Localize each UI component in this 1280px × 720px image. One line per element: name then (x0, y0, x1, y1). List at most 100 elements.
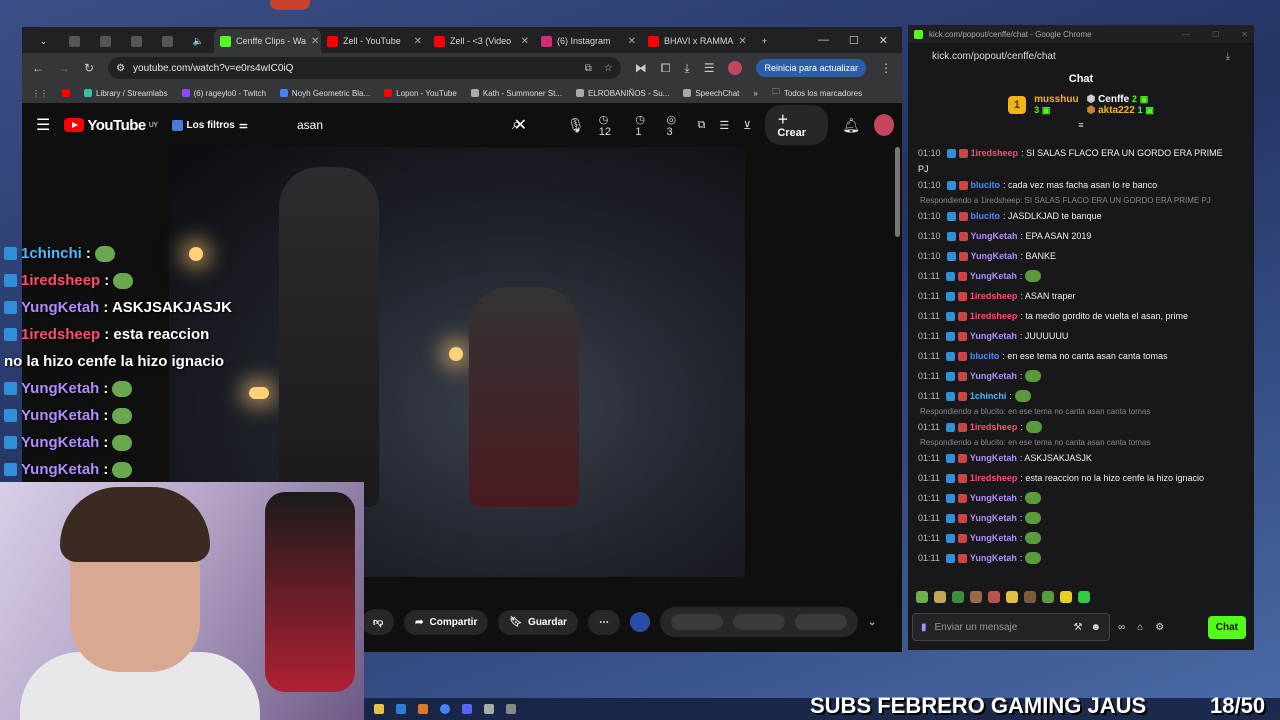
emote-icon[interactable] (988, 591, 1000, 603)
reload-icon[interactable]: ↻ (84, 61, 94, 75)
app-icon[interactable] (484, 704, 494, 714)
tab-pinned-2[interactable] (90, 29, 121, 53)
minimize-icon[interactable]: — (1182, 30, 1190, 39)
blurred-button[interactable] (794, 614, 847, 630)
user-avatar[interactable] (874, 114, 894, 136)
close-window-icon[interactable]: ✕ (1241, 30, 1248, 39)
chat-username[interactable]: YungKetah (970, 270, 1017, 282)
bell-icon[interactable]: 🔔︎ (842, 117, 860, 134)
discord-icon[interactable] (462, 704, 472, 714)
share-button[interactable]: ➦ Compartir (404, 609, 489, 635)
apps-icon[interactable]: ⋮⋮ (32, 89, 48, 98)
minimize-icon[interactable]: — (818, 34, 829, 47)
close-icon[interactable]: ✕ (311, 36, 319, 47)
chat-message[interactable]: 01:10 YungKetah: BANKE (918, 246, 1244, 266)
puzzle-icon[interactable]: ⧠ (661, 61, 671, 76)
chat-message[interactable]: 01:11 YungKetah: (918, 266, 1244, 286)
chat-message-input[interactable]: ▮ Enviar un mensaje ⚒ ☻ (912, 613, 1110, 641)
extension-icon[interactable]: ⧓ (635, 61, 647, 75)
bookmark-item[interactable]: Noyh Geometric Bla... (279, 89, 370, 98)
obs-icon[interactable] (506, 704, 516, 714)
ext-count-1[interactable]: ◷ 12 (599, 113, 622, 138)
url-text[interactable]: youtube.com/watch?v=e0rs4wIC0iQ (133, 63, 293, 74)
settings-gear-icon[interactable]: ⚙ (1155, 622, 1164, 633)
close-icon[interactable]: ✕ (521, 36, 529, 47)
scrollbar[interactable] (895, 147, 900, 237)
reading-list-icon[interactable]: ☰ (704, 61, 715, 75)
list-icon[interactable]: ☰ (719, 119, 729, 132)
install-icon[interactable]: ⧉ (585, 63, 592, 74)
mic-icon[interactable]: ▮ (921, 622, 927, 633)
new-tab-button[interactable]: + (749, 29, 780, 53)
more-actions-button[interactable]: ⋯ (587, 609, 620, 635)
blurred-button[interactable] (732, 614, 785, 630)
chat-message[interactable]: 01:10 blucito: cada vez mas facha asan lo… (918, 175, 1244, 195)
chat-username[interactable]: blucito (971, 210, 1001, 222)
chat-message[interactable]: 01:10 blucito: JASDLKJAD te banque (918, 206, 1244, 226)
translate-icon[interactable]: ⊻ (743, 119, 751, 132)
all-bookmarks[interactable]: 🗀 Todos los marcadores (772, 86, 862, 100)
chat-username[interactable]: 1iredsheep (970, 421, 1018, 433)
send-chat-button[interactable]: Chat (1207, 615, 1246, 639)
tab-pinned-1[interactable] (59, 29, 90, 53)
file-explorer-icon[interactable] (374, 704, 384, 714)
emote-icon[interactable] (952, 591, 964, 603)
maximize-icon[interactable]: ☐ (1212, 30, 1219, 39)
collapse-icon[interactable]: ≡ (908, 121, 1254, 130)
update-button[interactable]: Reinicia para actualizar (756, 59, 866, 77)
maximize-icon[interactable]: ☐ (849, 34, 859, 47)
tab-pinned-3[interactable] (121, 29, 152, 53)
chat-username[interactable]: 1chinchi (970, 390, 1007, 402)
bookmark-item[interactable]: (6) rageylo0 - Twitch (181, 89, 266, 98)
chevron-down-icon[interactable]: ⌄ (868, 617, 876, 628)
close-window-icon[interactable]: ✕ (879, 34, 888, 47)
bookmark-item[interactable]: Library / Streamlabs (84, 89, 168, 98)
extension-icon[interactable] (629, 612, 650, 632)
reply-context[interactable]: Respondiendo a blucito: en ese tema no c… (918, 437, 1244, 448)
chat-message[interactable]: 01:11 YungKetah: (918, 488, 1244, 508)
chat-username[interactable]: YungKetah (971, 250, 1018, 262)
search-input[interactable]: asan ✕ ⌕ (287, 109, 537, 141)
emote-icon[interactable] (1024, 591, 1036, 603)
profile-avatar[interactable] (728, 61, 743, 75)
chat-username[interactable]: YungKetah (970, 492, 1017, 504)
chat-message[interactable]: 01:11 1chinchi: (918, 386, 1244, 406)
chat-message[interactable]: 01:11 1iredsheep: esta reaccion no la hiz… (918, 468, 1244, 488)
chat-username[interactable]: YungKetah (970, 370, 1017, 382)
chat-username[interactable]: 1iredsheep (970, 472, 1018, 484)
leader-first-name[interactable]: musshuu (1034, 94, 1078, 105)
chat-message[interactable]: 01:11 YungKetah: (918, 528, 1244, 548)
tab-zell-youtube[interactable]: Zell - YouTube ✕ (321, 29, 428, 53)
emote-icon[interactable] (916, 591, 928, 603)
tab-bhavi[interactable]: BHAVI x RAMMA ✕ (642, 29, 749, 53)
create-button[interactable]: ＋ Crear (765, 105, 829, 145)
tab-audio[interactable]: 🔈 (183, 29, 214, 53)
site-info-icon[interactable]: ⚙ (116, 63, 125, 74)
chat-message[interactable]: PJ (918, 163, 1244, 175)
bookmark-item[interactable] (62, 89, 70, 97)
chat-message[interactable]: 01:11 YungKetah: (918, 366, 1244, 386)
chat-username[interactable]: blucito (970, 350, 1000, 362)
app-icon[interactable] (418, 704, 428, 714)
back-icon[interactable]: ← (32, 61, 44, 75)
reply-context[interactable]: Respondiendo a 1iredsheep: SI SALAS FLAC… (918, 195, 1244, 206)
tab-cenffe-clips[interactable]: Cenffe Clips - Wa ✕ (214, 29, 321, 53)
chat-username[interactable]: 1iredsheep (971, 147, 1019, 159)
chat-message[interactable]: 01:11 1iredsheep: ASAN traper (918, 286, 1244, 306)
download-icon[interactable]: ⤓ (1226, 51, 1230, 62)
chat-username[interactable]: YungKetah (970, 452, 1017, 464)
blurred-button[interactable] (670, 614, 723, 630)
leader-third-name[interactable]: akta222 (1098, 105, 1135, 116)
omnibox[interactable]: ⚙ youtube.com/watch?v=e0rs4wIC0iQ ⧉ ☆ (108, 57, 621, 79)
chat-message[interactable]: 01:10 YungKetah: EPA ASAN 2019 (918, 226, 1244, 246)
close-icon[interactable]: ✕ (738, 36, 746, 47)
ext-count-2[interactable]: ◷ 1 (635, 113, 652, 138)
chat-message[interactable]: 01:11 YungKetah: (918, 548, 1244, 568)
chrome-icon[interactable] (440, 704, 450, 714)
emote-icon[interactable] (1006, 591, 1018, 603)
hamburger-menu-icon[interactable]: ☰ (36, 115, 50, 135)
app-icon[interactable] (396, 704, 406, 714)
chat-username[interactable]: YungKetah (971, 230, 1018, 242)
bookmark-item[interactable]: ELROBANIÑOS - Su... (575, 89, 669, 98)
chat-username[interactable]: 1iredsheep (970, 310, 1018, 322)
